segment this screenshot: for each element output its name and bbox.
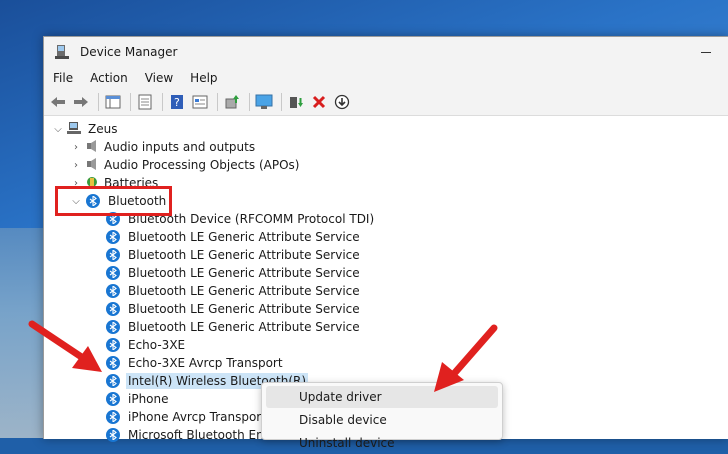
bluetooth-icon	[106, 356, 120, 370]
window-title: Device Manager	[80, 45, 178, 59]
device-item[interactable]: Bluetooth LE Generic Attribute Service	[106, 282, 362, 300]
toolbar: ?	[44, 89, 728, 116]
bluetooth-icon	[106, 338, 120, 352]
download-icon[interactable]	[332, 92, 352, 112]
bluetooth-icon	[106, 374, 120, 388]
chevron-down-icon[interactable]: ⌵	[52, 123, 64, 135]
device-item[interactable]: Echo-3XE	[106, 336, 187, 354]
toolbar-separator	[130, 93, 131, 111]
enable-device-icon[interactable]	[286, 92, 306, 112]
device-label: iPhone	[128, 392, 169, 406]
device-item[interactable]: Echo-3XE Avrcp Transport	[106, 354, 285, 372]
bluetooth-icon	[106, 284, 120, 298]
tree-root-label: Zeus	[88, 122, 118, 136]
toolbar-separator	[217, 93, 218, 111]
device-label: Bluetooth LE Generic Attribute Service	[128, 230, 360, 244]
tree-root[interactable]: ⌵ Zeus	[52, 120, 119, 138]
forward-arrow-icon[interactable]	[71, 92, 91, 112]
bluetooth-icon	[106, 428, 120, 442]
menu-action[interactable]: Action	[81, 71, 136, 85]
device-label: Echo-3XE	[128, 338, 186, 352]
device-label: Bluetooth LE Generic Attribute Service	[128, 284, 360, 298]
device-item[interactable]: Bluetooth LE Generic Attribute Service	[106, 228, 362, 246]
device-item[interactable]: Bluetooth LE Generic Attribute Service	[106, 318, 362, 336]
back-arrow-icon[interactable]	[48, 92, 68, 112]
annotation-highlight-box	[55, 186, 172, 216]
bluetooth-icon	[106, 248, 120, 262]
device-item[interactable]: iPhone	[106, 390, 171, 408]
toolbar-separator	[98, 93, 99, 111]
chevron-right-icon[interactable]: ›	[70, 159, 82, 171]
annotation-arrow-left	[28, 320, 102, 372]
category-label: Audio Processing Objects (APOs)	[104, 158, 300, 172]
category-label: Audio inputs and outputs	[104, 140, 256, 154]
device-item[interactable]: Bluetooth LE Generic Attribute Service	[106, 264, 362, 282]
scan-hardware-icon[interactable]	[254, 92, 274, 112]
update-driver-icon[interactable]	[222, 92, 242, 112]
show-hide-tree-icon[interactable]	[103, 92, 123, 112]
menu-view[interactable]: View	[136, 71, 181, 85]
minimize-button[interactable]	[683, 37, 728, 67]
menu-bar: File Action View Help	[44, 67, 728, 89]
menu-help[interactable]: Help	[181, 71, 225, 85]
device-label: iPhone Avrcp Transport	[128, 410, 266, 424]
device-label: Bluetooth LE Generic Attribute Service	[128, 320, 360, 334]
uninstall-x-icon[interactable]	[309, 92, 329, 112]
bluetooth-icon	[106, 410, 120, 424]
bluetooth-icon	[106, 392, 120, 406]
device-manager-icon	[54, 44, 70, 60]
device-item[interactable]: Microsoft Bluetooth Enum	[106, 426, 285, 444]
speaker-icon	[86, 157, 98, 174]
menu-file[interactable]: File	[44, 71, 81, 85]
device-item[interactable]: Bluetooth LE Generic Attribute Service	[106, 246, 362, 264]
device-item[interactable]: Bluetooth LE Generic Attribute Service	[106, 300, 362, 318]
menu-disable-device[interactable]: Disable device	[266, 409, 498, 431]
toolbar-separator	[249, 93, 250, 111]
device-label: Bluetooth LE Generic Attribute Service	[128, 302, 360, 316]
chevron-right-icon[interactable]: ›	[70, 141, 82, 153]
menu-uninstall-device[interactable]: Uninstall device	[266, 432, 498, 454]
minimize-icon	[701, 51, 711, 53]
view-resources-icon[interactable]	[190, 92, 210, 112]
speaker-icon	[86, 139, 98, 156]
device-item[interactable]: iPhone Avrcp Transport	[106, 408, 268, 426]
bluetooth-icon	[106, 302, 120, 316]
computer-icon	[66, 121, 82, 138]
device-label: Bluetooth LE Generic Attribute Service	[128, 266, 360, 280]
bluetooth-icon	[106, 266, 120, 280]
bluetooth-icon	[106, 230, 120, 244]
toolbar-separator	[162, 93, 163, 111]
tree-category-apo[interactable]: › Audio Processing Objects (APOs)	[70, 156, 301, 174]
tree-category-audio-io[interactable]: › Audio inputs and outputs	[70, 138, 257, 156]
device-label: Echo-3XE Avrcp Transport	[128, 356, 283, 370]
device-manager-window: Device Manager File Action View Help ? ⌵…	[43, 36, 728, 442]
bluetooth-icon	[106, 320, 120, 334]
annotation-arrow-right	[434, 324, 498, 392]
device-label: Bluetooth LE Generic Attribute Service	[128, 248, 360, 262]
toolbar-separator	[281, 93, 282, 111]
svg-text:?: ?	[174, 96, 180, 109]
properties-icon[interactable]	[135, 92, 155, 112]
title-bar[interactable]: Device Manager	[44, 37, 728, 67]
help-icon[interactable]: ?	[167, 92, 187, 112]
